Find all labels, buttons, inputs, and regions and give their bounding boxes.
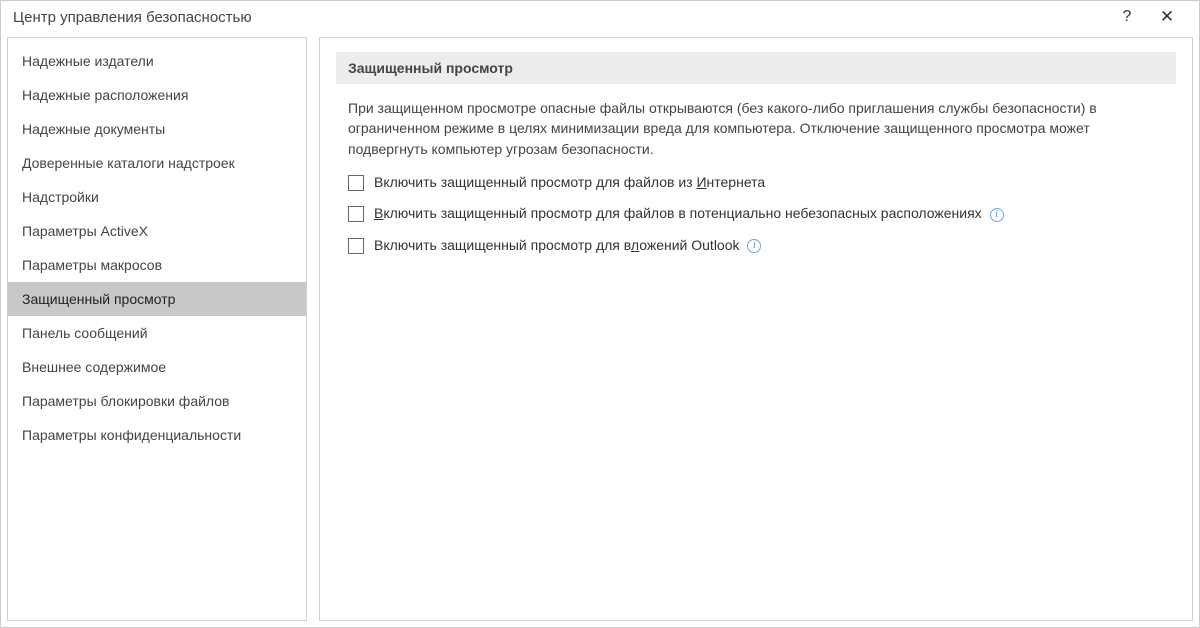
options-group: Включить защищенный просмотр для файлов … xyxy=(336,173,1176,256)
sidebar-item-external-content[interactable]: Внешнее содержимое xyxy=(8,350,306,384)
option-unsafe-locations[interactable]: Включить защищенный просмотр для файлов … xyxy=(348,204,1164,224)
close-button[interactable]: ✕ xyxy=(1147,7,1187,27)
info-icon[interactable]: i xyxy=(990,208,1004,222)
window-title: Центр управления безопасностью xyxy=(13,9,1107,26)
sidebar-item-activex[interactable]: Параметры ActiveX xyxy=(8,214,306,248)
sidebar-item-trusted-locations[interactable]: Надежные расположения xyxy=(8,78,306,112)
trust-center-window: Центр управления безопасностью ? ✕ Надеж… xyxy=(0,0,1200,628)
section-header: Защищенный просмотр xyxy=(336,52,1176,84)
section-description: При защищенном просмотре опасные файлы о… xyxy=(336,98,1176,173)
info-icon[interactable]: i xyxy=(747,239,761,253)
option-label: Включить защищенный просмотр для файлов … xyxy=(374,204,1164,224)
sidebar-item-macro-settings[interactable]: Параметры макросов xyxy=(8,248,306,282)
sidebar-item-label: Надежные документы xyxy=(22,121,165,137)
sidebar: Надежные издатели Надежные расположения … xyxy=(7,37,307,621)
titlebar: Центр управления безопасностью ? ✕ xyxy=(1,1,1199,37)
sidebar-item-file-block[interactable]: Параметры блокировки файлов xyxy=(8,384,306,418)
checkbox[interactable] xyxy=(348,175,364,191)
sidebar-item-privacy[interactable]: Параметры конфиденциальности xyxy=(8,418,306,452)
sidebar-item-label: Параметры ActiveX xyxy=(22,223,148,239)
sidebar-item-label: Параметры макросов xyxy=(22,257,162,273)
sidebar-item-label: Параметры конфиденциальности xyxy=(22,427,241,443)
sidebar-item-label: Надежные расположения xyxy=(22,87,188,103)
checkbox[interactable] xyxy=(348,238,364,254)
option-internet-files[interactable]: Включить защищенный просмотр для файлов … xyxy=(348,173,1164,193)
sidebar-item-trusted-publishers[interactable]: Надежные издатели xyxy=(8,44,306,78)
option-label: Включить защищенный просмотр для файлов … xyxy=(374,173,1164,193)
sidebar-item-addins[interactable]: Надстройки xyxy=(8,180,306,214)
sidebar-item-protected-view[interactable]: Защищенный просмотр xyxy=(8,282,306,316)
option-label: Включить защищенный просмотр для вложени… xyxy=(374,236,1164,256)
sidebar-item-label: Параметры блокировки файлов xyxy=(22,393,229,409)
sidebar-item-label: Панель сообщений xyxy=(22,325,148,341)
sidebar-item-message-bar[interactable]: Панель сообщений xyxy=(8,316,306,350)
sidebar-item-label: Надстройки xyxy=(22,189,99,205)
sidebar-item-label: Доверенные каталоги надстроек xyxy=(22,155,235,171)
sidebar-item-trusted-addin-catalogs[interactable]: Доверенные каталоги надстроек xyxy=(8,146,306,180)
checkbox[interactable] xyxy=(348,206,364,222)
sidebar-item-trusted-documents[interactable]: Надежные документы xyxy=(8,112,306,146)
sidebar-item-label: Внешнее содержимое xyxy=(22,359,166,375)
help-button[interactable]: ? xyxy=(1107,8,1147,26)
content-area: Надежные издатели Надежные расположения … xyxy=(1,37,1199,627)
option-outlook-attachments[interactable]: Включить защищенный просмотр для вложени… xyxy=(348,236,1164,256)
sidebar-item-label: Защищенный просмотр xyxy=(22,291,175,307)
sidebar-item-label: Надежные издатели xyxy=(22,53,154,69)
main-panel: Защищенный просмотр При защищенном просм… xyxy=(319,37,1193,621)
